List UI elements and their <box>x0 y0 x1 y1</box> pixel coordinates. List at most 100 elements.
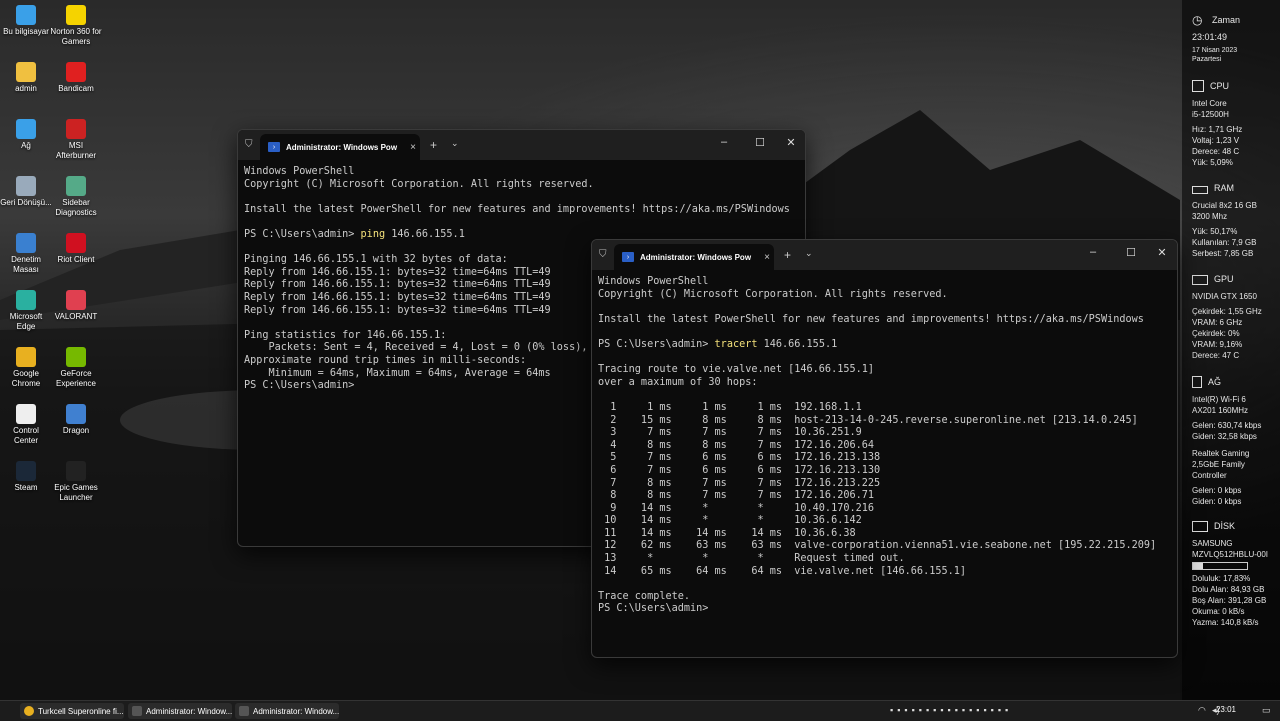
monitor-icon <box>1192 274 1208 285</box>
cpu-stat: Voltaj: 1,23 V <box>1192 136 1240 145</box>
console-line: 10 14 ms * * 10.36.6.142 <box>598 515 862 527</box>
folder-icon <box>16 62 36 82</box>
desktop-icon[interactable]: Bu bilgisayar <box>0 5 52 37</box>
tab-powershell[interactable]: › Administrator: Windows Pow × <box>260 134 420 160</box>
desktop-icon[interactable]: Bandicam <box>50 62 102 94</box>
title-bar[interactable]: ⛉ › Administrator: Windows Pow × + ⌄ – ☐… <box>238 130 805 160</box>
cpu-model: Intel Core <box>1192 99 1227 108</box>
console-output[interactable]: Windows PowerShell Copyright (C) Microsof… <box>598 276 1171 616</box>
console-line: 2 15 ms 8 ms 8 ms host-213-14-0-245.reve… <box>598 414 1138 426</box>
console-line: PS C:\Users\admin> <box>598 603 709 615</box>
desktop-icon[interactable]: Denetim Masası <box>0 233 52 275</box>
console-line: 13 * * * Request timed out. <box>598 553 905 565</box>
desktop-icon-label: Sidebar Diagnostics <box>55 198 97 217</box>
desktop-icon[interactable]: Norton 360 for Gamers <box>50 5 102 47</box>
desktop-icon[interactable]: Geri Dönüşü... <box>0 176 52 208</box>
norton-icon <box>66 5 86 25</box>
desktop-icon-label: Google Chrome <box>11 369 41 388</box>
adapter-name: AX201 160MHz <box>1192 406 1249 415</box>
title-bar[interactable]: ⛉ › Administrator: Windows Pow × + ⌄ – ☐… <box>592 240 1177 270</box>
date-readout: 17 Nisan 2023 <box>1192 47 1238 54</box>
gpu-section: GPU NVIDIA GTX 1650 Çekirdek: 1,55 GHz V… <box>1192 274 1278 361</box>
desktop-icon[interactable]: Microsoft Edge <box>0 290 52 332</box>
shield-icon: ⛉ <box>245 139 253 150</box>
taskbar-clock[interactable]: 23:01 <box>1216 705 1236 714</box>
taskbar-item-chrome[interactable]: Turkcell Superonline fi... <box>20 703 124 719</box>
cpu-title: CPU <box>1210 80 1230 91</box>
desktop-icon-label: Bu bilgisayar <box>3 27 49 36</box>
desktop-icon[interactable]: Dragon <box>50 404 102 436</box>
close-button[interactable]: ✕ <box>1152 246 1172 259</box>
new-tab-button[interactable]: + <box>430 138 437 152</box>
minimize-button[interactable]: – <box>1083 246 1103 258</box>
tray-icons[interactable]: ▪▪▪▪▪▪▪▪▪▪▪▪▪▪▪▪▪ <box>890 705 1012 715</box>
disk-stat: Okuma: 0 kB/s <box>1192 607 1245 616</box>
desktop-icon[interactable]: GeForce Experience <box>50 347 102 389</box>
maximize-button[interactable]: ☐ <box>1121 246 1141 259</box>
wifi-icon[interactable]: ◠ <box>1198 705 1206 716</box>
notification-icon[interactable]: ▭ <box>1262 705 1271 716</box>
shield-icon: ⛉ <box>599 249 607 260</box>
valorant-icon <box>66 290 86 310</box>
ram-stat: Serbest: 7,85 GB <box>1192 249 1254 258</box>
disk-model: SAMSUNG <box>1192 539 1233 548</box>
desktop-icon[interactable]: MSI Afterburner <box>50 119 102 161</box>
network-stat: Giden: 32,58 kbps <box>1192 432 1257 441</box>
desktop-icon-label: Riot Client <box>57 255 95 264</box>
terminal-window-tracert[interactable]: ⛉ › Administrator: Windows Pow × + ⌄ – ☐… <box>591 239 1178 658</box>
chevron-down-icon[interactable]: ⌄ <box>451 138 459 149</box>
adapter-name: Intel(R) Wi-Fi 6 <box>1192 395 1246 404</box>
taskbar-item-terminal[interactable]: Administrator: Window... <box>235 703 339 719</box>
cpu-icon <box>1192 80 1204 92</box>
desktop-icon[interactable]: Sidebar Diagnostics <box>50 176 102 218</box>
tab-powershell[interactable]: › Administrator: Windows Pow × <box>614 244 774 270</box>
minimize-button[interactable]: – <box>714 136 734 148</box>
ram-model: Crucial 8x2 16 GB <box>1192 201 1257 210</box>
console-line: PS C:\Users\admin> tracert 146.66.155.1 <box>598 338 838 350</box>
desktop-icon[interactable]: Control Center <box>0 404 52 446</box>
desktop-icon-label: Denetim Masası <box>11 255 41 274</box>
sidebar-diagnostics-icon <box>66 176 86 196</box>
clock-readout: 23:01:49 <box>1192 32 1228 42</box>
close-tab-icon[interactable]: × <box>760 252 774 263</box>
desktop-icon[interactable]: Steam <box>0 461 52 493</box>
gpu-stat: Çekirdek: 1,55 GHz <box>1192 307 1262 316</box>
maximize-button[interactable]: ☐ <box>750 136 770 149</box>
steam-icon <box>16 461 36 481</box>
desktop-icon[interactable]: VALORANT <box>50 290 102 322</box>
disk-icon <box>1192 521 1208 532</box>
chevron-down-icon[interactable]: ⌄ <box>805 248 813 259</box>
network-icon <box>16 119 36 139</box>
ram-title: RAM <box>1214 183 1234 193</box>
sidebar-diagnostics-panel: ◷ Zaman 23:01:49 17 Nisan 2023 Pazartesi … <box>1182 0 1280 700</box>
desktop-icon-label: Bandicam <box>58 84 94 93</box>
disk-stat: Yazma: 140,8 kB/s <box>1192 618 1259 627</box>
command-text: tracert <box>714 338 758 350</box>
taskbar-item-terminal[interactable]: Administrator: Window... <box>128 703 232 719</box>
desktop-icon[interactable]: Epic Games Launcher <box>50 461 102 503</box>
close-tab-icon[interactable]: × <box>406 142 420 153</box>
desktop-icon[interactable]: admin <box>0 62 52 94</box>
disk-usage-fill <box>1193 563 1203 569</box>
desktop-icon[interactable]: Ağ <box>0 119 52 151</box>
gpu-stat: VRAM: 9,16% <box>1192 340 1243 349</box>
powershell-icon: › <box>268 142 280 152</box>
gpu-stat: Çekirdek: 0% <box>1192 329 1240 338</box>
console-line: Tracing route to vie.valve.net [146.66.1… <box>598 364 875 376</box>
new-tab-button[interactable]: + <box>784 248 791 262</box>
tab-title: Administrator: Windows Pow <box>640 252 752 262</box>
console-line: 12 62 ms 63 ms 63 ms valve-corporation.v… <box>598 540 1157 552</box>
console-line: Trace complete. <box>598 590 691 602</box>
desktop-icon[interactable]: Google Chrome <box>0 347 52 389</box>
msi-icon <box>66 119 86 139</box>
adapter-name: 2,5GbE Family <box>1192 460 1245 469</box>
gpu-model: NVIDIA GTX 1650 <box>1192 292 1257 301</box>
dragon-icon <box>66 404 86 424</box>
close-button[interactable]: ✕ <box>781 136 801 149</box>
epic-icon <box>66 461 86 481</box>
desktop-icon[interactable]: Riot Client <box>50 233 102 265</box>
